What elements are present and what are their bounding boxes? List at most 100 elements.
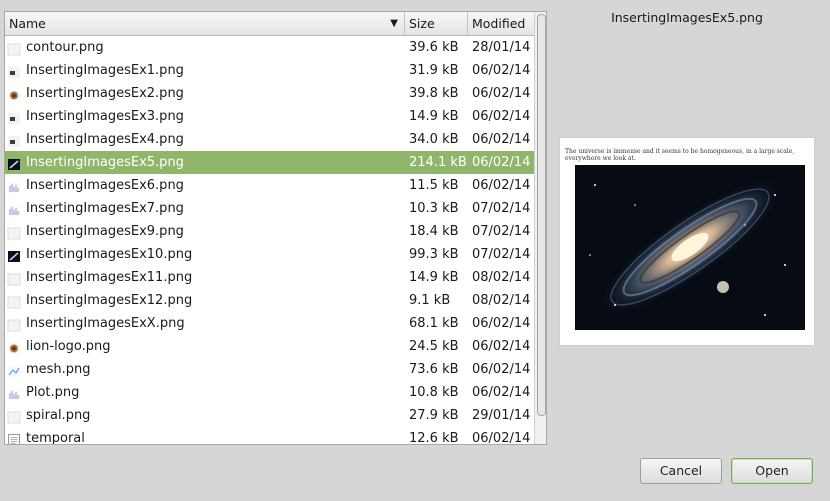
file-name: InsertingImagesEx12.png (26, 293, 193, 308)
name-column-label: Name (9, 16, 46, 31)
file-row[interactable]: InsertingImagesExX.png 68.1 kB 06/02/14 (5, 312, 534, 335)
file-name: InsertingImagesEx1.png (26, 63, 184, 78)
scrollbar-thumb[interactable] (537, 14, 546, 416)
file-modified: 06/02/14 (472, 431, 531, 445)
file-name: InsertingImagesEx2.png (26, 86, 184, 101)
galaxy-thumb-icon (7, 248, 21, 262)
file-size: 10.3 kB (409, 201, 459, 216)
file-name: InsertingImagesEx7.png (26, 201, 184, 216)
file-row[interactable]: InsertingImagesEx2.png 39.8 kB 06/02/14 (5, 82, 534, 105)
file-row[interactable]: InsertingImagesEx9.png 18.4 kB 07/02/14 (5, 220, 534, 243)
image-thumb-icon (7, 133, 21, 147)
file-modified: 28/01/14 (472, 40, 531, 55)
file-size: 39.8 kB (409, 86, 459, 101)
file-size: 34.0 kB (409, 132, 459, 147)
file-row[interactable]: InsertingImagesEx11.png 14.9 kB 08/02/14 (5, 266, 534, 289)
plot-thumb-icon (7, 386, 21, 400)
blank-thumb-icon (7, 225, 21, 240)
file-modified: 07/02/14 (472, 224, 531, 239)
file-size: 12.6 kB (409, 431, 459, 445)
file-row[interactable]: InsertingImagesEx12.png 9.1 kB 08/02/14 (5, 289, 534, 312)
file-size: 73.6 kB (409, 362, 459, 377)
file-size: 27.9 kB (409, 408, 459, 423)
file-row[interactable]: InsertingImagesEx3.png 14.9 kB 06/02/14 (5, 105, 534, 128)
blank-thumb-icon (7, 317, 21, 332)
text-file-icon (7, 432, 21, 444)
file-name: mesh.png (26, 362, 91, 377)
vertical-scrollbar[interactable] (534, 12, 546, 444)
preview-caption: The universe is immense and it seems to … (565, 148, 795, 162)
file-row[interactable]: lion-logo.png 24.5 kB 06/02/14 (5, 335, 534, 358)
file-name: InsertingImagesEx11.png (26, 270, 193, 285)
galaxy-preview-image (575, 165, 805, 330)
file-name: contour.png (26, 40, 104, 55)
sort-descending-icon: ▼ (390, 18, 398, 29)
file-list-pane[interactable]: Name ▼ Size Modified contour.png 39.6 kB 2… (4, 11, 547, 445)
column-header: Name ▼ Size Modified (5, 12, 534, 36)
file-row[interactable]: Plot.png 10.8 kB 06/02/14 (5, 381, 534, 404)
file-row[interactable]: InsertingImagesEx6.png 11.5 kB 06/02/14 (5, 174, 534, 197)
blank-thumb-icon (7, 409, 21, 424)
preview-title: InsertingImagesEx5.png (611, 10, 763, 25)
file-row[interactable]: InsertingImagesEx7.png 10.3 kB 07/02/14 (5, 197, 534, 220)
image-thumb-icon (7, 110, 21, 124)
file-name: InsertingImagesEx4.png (26, 132, 184, 147)
file-modified: 06/02/14 (472, 362, 531, 377)
file-size: 14.9 kB (409, 270, 459, 285)
file-size: 31.9 kB (409, 63, 459, 78)
file-row[interactable]: InsertingImagesEx5.png 214.1 kB 06/02/14 (5, 151, 534, 174)
file-name: spiral.png (26, 408, 91, 423)
file-size: 11.5 kB (409, 178, 459, 193)
file-modified: 06/02/14 (472, 316, 531, 331)
file-row[interactable]: InsertingImagesEx4.png 34.0 kB 06/02/14 (5, 128, 534, 151)
modified-column-label: Modified (472, 16, 526, 31)
blank-thumb-icon (7, 41, 21, 56)
file-name: InsertingImagesEx6.png (26, 178, 184, 193)
file-modified: 06/02/14 (472, 132, 531, 147)
file-size: 10.8 kB (409, 385, 459, 400)
file-size: 9.1 kB (409, 293, 451, 308)
file-name: InsertingImagesEx9.png (26, 224, 184, 239)
preview-thumbnail: The universe is immense and it seems to … (559, 137, 815, 346)
file-modified: 08/02/14 (472, 293, 531, 308)
file-row[interactable]: spiral.png 27.9 kB 29/01/14 (5, 404, 534, 427)
file-name: InsertingImagesExX.png (26, 316, 185, 331)
file-modified: 06/02/14 (472, 385, 531, 400)
file-row[interactable]: InsertingImagesEx1.png 31.9 kB 06/02/14 (5, 59, 534, 82)
file-row[interactable]: InsertingImagesEx10.png 99.3 kB 07/02/14 (5, 243, 534, 266)
file-name: InsertingImagesEx5.png (26, 155, 184, 170)
image-thumb-icon (7, 64, 21, 78)
file-modified: 06/02/14 (472, 178, 531, 193)
lion-thumb-icon (7, 87, 21, 101)
file-size: 214.1 kB (409, 155, 467, 170)
file-name: InsertingImagesEx10.png (26, 247, 193, 262)
mesh-thumb-icon (7, 363, 21, 377)
size-column-label: Size (409, 16, 435, 31)
file-size: 68.1 kB (409, 316, 459, 331)
file-modified: 06/02/14 (472, 339, 531, 354)
file-row[interactable]: mesh.png 73.6 kB 06/02/14 (5, 358, 534, 381)
cancel-button[interactable]: Cancel (640, 458, 722, 484)
blank-thumb-icon (7, 294, 21, 309)
plot-thumb-icon (7, 179, 21, 193)
galaxy-thumb-icon (7, 156, 21, 170)
file-modified: 06/02/14 (472, 63, 531, 78)
file-name: lion-logo.png (26, 339, 111, 354)
size-column-header[interactable]: Size (405, 12, 468, 35)
open-button[interactable]: Open (731, 458, 813, 484)
file-size: 99.3 kB (409, 247, 459, 262)
file-modified: 06/02/14 (472, 109, 531, 124)
file-size: 39.6 kB (409, 40, 459, 55)
modified-column-header[interactable]: Modified (468, 12, 534, 35)
file-row[interactable]: contour.png 39.6 kB 28/01/14 (5, 36, 534, 59)
file-row[interactable]: temporal 12.6 kB 06/02/14 (5, 427, 534, 445)
file-modified: 06/02/14 (472, 86, 531, 101)
file-size: 18.4 kB (409, 224, 459, 239)
file-size: 14.9 kB (409, 109, 459, 124)
name-column-header[interactable]: Name ▼ (5, 12, 405, 35)
plot-thumb-icon (7, 202, 21, 216)
file-modified: 06/02/14 (472, 155, 531, 170)
file-name: temporal (26, 431, 85, 445)
lion-thumb-icon (7, 340, 21, 354)
file-modified: 08/02/14 (472, 270, 531, 285)
